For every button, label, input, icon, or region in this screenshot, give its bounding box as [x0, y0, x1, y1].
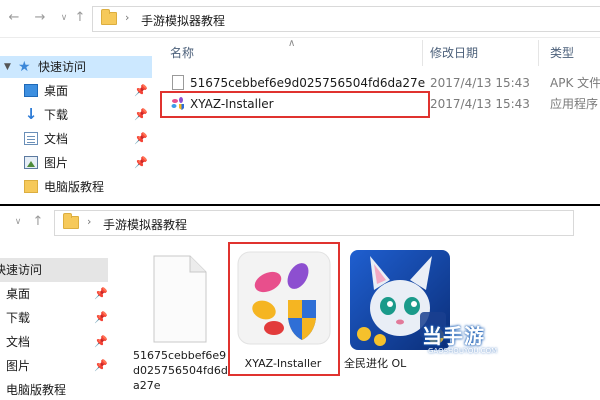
nav-item-pictures[interactable]: 图片 📌	[0, 152, 152, 174]
tile-label-text: 全民进化 OL	[344, 357, 407, 370]
nav-item-label: 桌面	[6, 287, 31, 301]
nav-item-label: 电脑版教程	[6, 383, 67, 397]
watermark-brand: 当手游	[422, 324, 485, 348]
file-list: 名称 ∧ 修改日期 类型 51675cebbef6e9d025756504fd6…	[160, 38, 600, 206]
column-divider[interactable]	[422, 40, 423, 66]
nav-item-label: 图片	[44, 156, 69, 170]
desktop-icon	[24, 84, 38, 97]
nav-item-desktop[interactable]: 桌面 📌	[0, 282, 108, 306]
file-icon	[172, 75, 184, 90]
star-icon: ★	[18, 59, 31, 75]
pin-icon[interactable]: 📌	[94, 354, 108, 378]
picture-icon	[24, 156, 38, 169]
navigation-pane: ▼ ★ 快速访问 桌面 📌 ↓ 下载 📌 文档 📌 图片 📌 电脑版教程	[0, 38, 152, 206]
tile-label: 51675cebbef6e9d025756504fd6da27e	[126, 348, 236, 393]
watermark: 当手游 GAOSHOUYOU.COM	[422, 320, 514, 360]
nav-item-label: 图片	[6, 359, 31, 373]
folder-icon	[24, 180, 38, 193]
back-arrow-icon[interactable]: ←	[6, 10, 22, 26]
nav-item-quick-access[interactable]: ▼ ★ 快速访问	[0, 56, 152, 78]
pin-icon[interactable]: 📌	[134, 80, 148, 102]
pin-icon[interactable]: 📌	[94, 306, 108, 330]
tile-label-text: 51675cebbef6e9d025756504fd6da27e	[133, 349, 228, 392]
nav-item-downloads[interactable]: 下载 📌	[0, 306, 108, 330]
file-type: 应用程序	[550, 97, 599, 111]
sort-ascending-icon: ∧	[288, 38, 296, 49]
tile-label: 全民进化 OL	[344, 356, 424, 371]
address-bar: ∨ ↑ › 手游模拟器教程	[0, 206, 600, 240]
nav-item-label: 桌面	[44, 84, 69, 98]
nav-item-label: 下载	[44, 108, 69, 122]
folder-icon	[101, 9, 117, 25]
expand-caret-icon[interactable]: ▼	[4, 56, 11, 78]
highlight-box	[160, 91, 430, 118]
pin-icon[interactable]: 📌	[94, 282, 108, 306]
pin-icon[interactable]: 📌	[94, 330, 108, 354]
file-type: APK 文件	[550, 76, 600, 90]
nav-item-label: 文档	[44, 132, 69, 146]
highlight-box	[228, 242, 340, 376]
nav-item-label: 电脑版教程	[44, 180, 105, 194]
nav-item-label: 快速访问	[38, 60, 87, 74]
column-header-name[interactable]: 名称	[170, 44, 194, 61]
nav-item-downloads[interactable]: ↓ 下载 📌	[0, 104, 152, 126]
nav-item-pc-tutorial[interactable]: 电脑版教程	[0, 378, 108, 400]
file-date: 2017/4/13 15:43	[430, 97, 530, 111]
pin-icon[interactable]: 📌	[134, 104, 148, 126]
nav-item-pc-tutorial[interactable]: 电脑版教程	[0, 176, 152, 198]
pin-icon[interactable]: 📌	[134, 152, 148, 174]
recent-locations-chevron-icon[interactable]: ∨	[10, 214, 26, 230]
document-icon	[24, 132, 38, 145]
forward-arrow-icon[interactable]: →	[32, 10, 48, 26]
breadcrumb-current-folder[interactable]: 手游模拟器教程	[103, 216, 187, 233]
nav-item-desktop[interactable]: 桌面 📌	[0, 80, 152, 102]
nav-item-documents[interactable]: 文档 📌	[0, 128, 152, 150]
column-header-type[interactable]: 类型	[550, 44, 574, 61]
breadcrumb-current-folder[interactable]: 手游模拟器教程	[141, 12, 225, 29]
address-box[interactable]: › 手游模拟器教程	[54, 210, 574, 236]
nav-item-quick-access[interactable]: 快速访问	[0, 258, 108, 282]
nav-item-pictures[interactable]: 图片 📌	[0, 354, 108, 378]
folder-icon	[63, 213, 79, 229]
explorer-window-details: ← → ∨ ↑ › 手游模拟器教程 ▼ ★ 快速访问 桌面 📌 ↓ 下载 📌 文…	[0, 0, 600, 206]
breadcrumb-chevron-icon[interactable]: ›	[125, 11, 129, 24]
file-date: 2017/4/13 15:43	[430, 76, 530, 90]
up-arrow-icon[interactable]: ↑	[30, 214, 46, 230]
pin-icon[interactable]: 📌	[134, 128, 148, 150]
download-icon: ↓	[24, 105, 38, 123]
up-arrow-icon[interactable]: ↑	[72, 10, 88, 26]
watermark-url: GAOSHOUYOU.COM	[428, 347, 498, 355]
nav-item-label: 下载	[6, 311, 31, 325]
address-bar: ← → ∨ ↑ › 手游模拟器教程	[0, 0, 600, 38]
explorer-window-icons: ∨ ↑ › 手游模拟器教程 快速访问 桌面 📌 下载 📌 文档 📌 图片 📌 电…	[0, 206, 600, 400]
column-divider[interactable]	[538, 40, 539, 66]
column-header-date[interactable]: 修改日期	[430, 44, 478, 61]
nav-item-documents[interactable]: 文档 📌	[0, 330, 108, 354]
file-icon	[153, 255, 207, 343]
nav-item-label: 快速访问	[0, 263, 43, 277]
address-box[interactable]: › 手游模拟器教程	[92, 6, 600, 32]
breadcrumb-chevron-icon[interactable]: ›	[87, 215, 91, 228]
recent-locations-chevron-icon[interactable]: ∨	[56, 10, 72, 26]
nav-item-label: 文档	[6, 335, 31, 349]
